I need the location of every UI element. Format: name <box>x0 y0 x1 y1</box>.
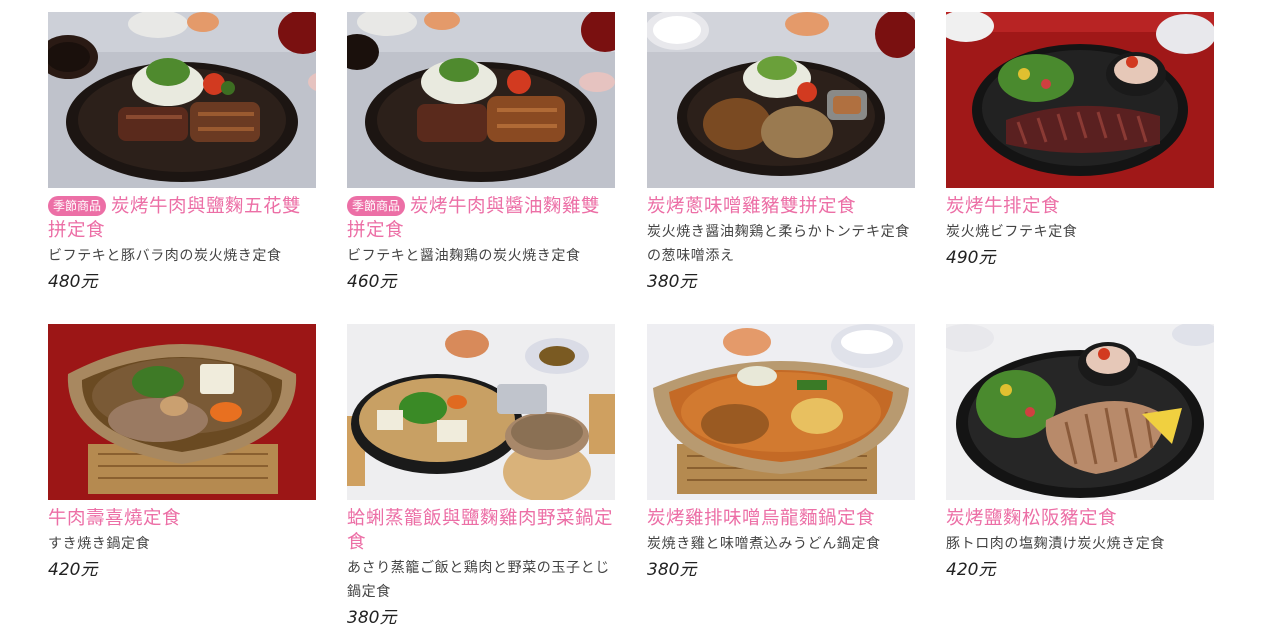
item-title-text: 牛肉壽喜燒定食 <box>48 508 182 529</box>
item-subtitle: 炭焼き雞と味噌煮込みうどん鍋定食 <box>647 536 881 552</box>
food-photo[interactable] <box>946 324 1214 500</box>
item-subtitle: すき焼き鍋定食 <box>48 536 151 552</box>
item-subtitle: ビフテキと豚バラ肉の炭火焼き定食 <box>48 248 282 264</box>
food-photo-illustration <box>946 12 1214 188</box>
food-photo-illustration <box>647 324 915 500</box>
menu-card[interactable]: 季節商品 炭烤牛肉與醬油麴雞雙拼定食 ビフテキと醤油麹鶏の炭火焼き定食 460元 <box>347 12 615 295</box>
item-price: 420元 <box>48 560 98 580</box>
item-price: 460元 <box>347 272 397 292</box>
item-title-text: 炭烤蔥味噌雞豬雙拼定食 <box>647 196 857 217</box>
item-price: 420元 <box>946 560 996 580</box>
item-subtitle: あさり蒸籠ご飯と鶏肉と野菜の玉子とじ鍋定食 <box>347 560 610 600</box>
seasonal-badge: 季節商品 <box>48 196 107 216</box>
food-photo-illustration <box>647 12 915 188</box>
menu-card[interactable]: 炭烤牛排定食 炭火焼ビフテキ定食 490元 <box>946 12 1214 271</box>
menu-card[interactable]: 季節商品 炭烤牛肉與鹽麴五花雙拼定食 ビフテキと豚バラ肉の炭火焼き定食 480元 <box>48 12 316 295</box>
menu-card[interactable]: 牛肉壽喜燒定食 すき焼き鍋定食 420元 <box>48 324 316 583</box>
item-title[interactable]: 季節商品 炭烤牛肉與醬油麴雞雙拼定食 <box>347 195 615 243</box>
menu-card[interactable]: 炭烤鹽麴松阪豬定食 豚トロ肉の塩麹漬け炭火焼き定食 420元 <box>946 324 1214 583</box>
item-title-text: 蛤蜊蒸籠飯與鹽麴雞肉野菜鍋定食 <box>347 508 614 553</box>
item-price: 480元 <box>48 272 98 292</box>
item-title[interactable]: 炭烤雞排味噌烏龍麵鍋定食 <box>647 507 915 531</box>
food-photo-illustration <box>946 324 1214 500</box>
item-title[interactable]: 炭烤鹽麴松阪豬定食 <box>946 507 1214 531</box>
item-title-text: 炭烤鹽麴松阪豬定食 <box>946 508 1118 529</box>
item-title[interactable]: 炭烤牛排定食 <box>946 195 1214 219</box>
item-price: 490元 <box>946 248 996 268</box>
food-photo[interactable] <box>647 12 915 188</box>
food-photo-illustration <box>48 324 316 500</box>
item-subtitle: ビフテキと醤油麹鶏の炭火焼き定食 <box>347 248 581 264</box>
item-title[interactable]: 蛤蜊蒸籠飯與鹽麴雞肉野菜鍋定食 <box>347 507 615 555</box>
item-subtitle: 炭火焼ビフテキ定食 <box>946 224 1078 240</box>
menu-card[interactable]: 蛤蜊蒸籠飯與鹽麴雞肉野菜鍋定食 あさり蒸籠ご飯と鶏肉と野菜の玉子とじ鍋定食 38… <box>347 324 615 631</box>
food-photo-illustration <box>347 12 615 188</box>
menu-card[interactable]: 炭烤蔥味噌雞豬雙拼定食 炭火焼き醤油麹鶏と柔らかトンテキ定食の葱味噌添え 380… <box>647 12 915 295</box>
food-photo[interactable] <box>647 324 915 500</box>
food-photo[interactable] <box>48 12 316 188</box>
food-photo[interactable] <box>347 12 615 188</box>
menu-card[interactable]: 炭烤雞排味噌烏龍麵鍋定食 炭焼き雞と味噌煮込みうどん鍋定食 380元 <box>647 324 915 583</box>
seasonal-badge: 季節商品 <box>347 196 406 216</box>
item-price: 380元 <box>347 608 397 628</box>
item-title[interactable]: 炭烤蔥味噌雞豬雙拼定食 <box>647 195 915 219</box>
item-title[interactable]: 季節商品 炭烤牛肉與鹽麴五花雙拼定食 <box>48 195 316 243</box>
item-subtitle: 炭火焼き醤油麹鶏と柔らかトンテキ定食の葱味噌添え <box>647 224 910 264</box>
item-title[interactable]: 牛肉壽喜燒定食 <box>48 507 316 531</box>
food-photo[interactable] <box>347 324 615 500</box>
item-title-text: 炭烤牛排定食 <box>946 196 1061 217</box>
food-photo[interactable] <box>946 12 1214 188</box>
food-photo-illustration <box>347 324 615 500</box>
item-price: 380元 <box>647 560 697 580</box>
food-photo-illustration <box>48 12 316 188</box>
menu-grid: 季節商品炭烤牛肉與鹽麴五花雙拼定食 ビフテキと豚バラ肉の炭火焼き定食 480元 <box>0 0 1280 638</box>
item-title-text: 炭烤雞排味噌烏龍麵鍋定食 <box>647 508 876 529</box>
food-photo[interactable] <box>48 324 316 500</box>
item-subtitle: 豚トロ肉の塩麹漬け炭火焼き定食 <box>946 536 1165 552</box>
item-price: 380元 <box>647 272 697 292</box>
